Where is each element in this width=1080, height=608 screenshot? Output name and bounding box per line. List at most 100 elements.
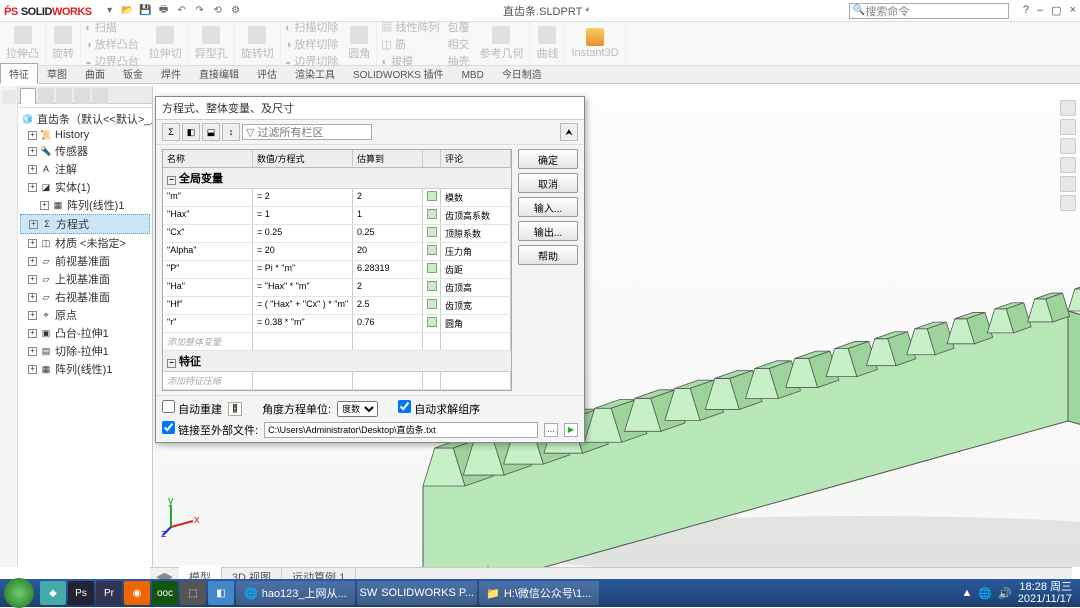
rebuild-icon[interactable]: 🚦: [228, 402, 242, 416]
tree-item[interactable]: +▣凸台-拉伸1: [20, 324, 150, 342]
group-global-vars[interactable]: −全局变量: [163, 168, 511, 189]
close-icon[interactable]: ×: [1070, 4, 1076, 17]
taskpane-tab[interactable]: [1060, 119, 1076, 135]
taskbar-task[interactable]: 📁H:\微信公众号\1...: [479, 581, 599, 605]
tree-item[interactable]: +▱前视基准面: [20, 252, 150, 270]
pinned-app[interactable]: ooc: [152, 581, 178, 605]
pinned-app[interactable]: ◆: [40, 581, 66, 605]
table-row[interactable]: "m"= 22模数: [163, 189, 511, 207]
group-features[interactable]: −特征: [163, 351, 511, 372]
pinned-app[interactable]: ◧: [208, 581, 234, 605]
tab-渲染工具[interactable]: 渲染工具: [286, 63, 344, 83]
print-icon[interactable]: 🖶: [156, 3, 172, 19]
maximize-icon[interactable]: ▢: [1051, 4, 1061, 17]
link-file-check[interactable]: 链接至外部文件:: [162, 421, 258, 438]
clock[interactable]: 18:28 周三2021/11/17: [1018, 581, 1072, 605]
ok-button[interactable]: 确定: [518, 149, 578, 169]
pinned-app[interactable]: Pr: [96, 581, 122, 605]
open-icon[interactable]: 📂: [120, 3, 136, 19]
tree-item[interactable]: +◪实体(1): [20, 178, 150, 196]
tree-item[interactable]: +▦阵列(线性)1: [20, 360, 150, 378]
taskpane-tab[interactable]: [1060, 195, 1076, 211]
tree-item[interactable]: +▱右视基准面: [20, 288, 150, 306]
table-row-empty[interactable]: 添加整体变量: [163, 333, 511, 351]
tab-钣金[interactable]: 钣金: [114, 63, 152, 83]
view-triad[interactable]: x y z: [161, 497, 201, 537]
table-row[interactable]: "r"= 0.38 * "m"0.76圆角: [163, 315, 511, 333]
expand-icon[interactable]: +: [28, 311, 37, 320]
taskpane-tab[interactable]: [1060, 176, 1076, 192]
expand-icon[interactable]: +: [28, 365, 37, 374]
tree-item[interactable]: +🔦传感器: [20, 142, 150, 160]
redo-icon[interactable]: ↷: [192, 3, 208, 19]
expand-icon[interactable]: +: [28, 165, 37, 174]
taskbar-task[interactable]: SWSOLIDWORKS P...: [357, 581, 477, 605]
save-icon[interactable]: 💾: [138, 3, 154, 19]
expand-icon[interactable]: +: [28, 329, 37, 338]
search-input[interactable]: 🔍 搜索命令: [849, 3, 1009, 19]
new-icon[interactable]: ▾: [102, 3, 118, 19]
import-button[interactable]: 输入...: [518, 197, 578, 217]
fm-tab-config[interactable]: [56, 88, 72, 104]
expand-icon[interactable]: +: [28, 183, 37, 192]
help-icon[interactable]: ?: [1023, 4, 1029, 17]
tray-icon[interactable]: 🔊: [998, 587, 1012, 600]
tab-直接编辑[interactable]: 直接编辑: [190, 63, 248, 83]
table-row[interactable]: "Hax"= 11齿顶高系数: [163, 207, 511, 225]
table-row-empty[interactable]: 添加特征压缩: [163, 372, 511, 390]
tray-icon[interactable]: ▲: [961, 587, 972, 599]
tree-item[interactable]: +Σ方程式: [20, 214, 150, 234]
table-row[interactable]: "Hf"= ( "Hax" + "Cx" ) * "m"2.5齿顶宽: [163, 297, 511, 315]
table-row[interactable]: "Cx"= 0.250.25顶隙系数: [163, 225, 511, 243]
view-icon[interactable]: Σ: [162, 123, 180, 141]
taskpane-tab[interactable]: [1060, 138, 1076, 154]
filter-input[interactable]: ▽ 过滤所有栏区: [242, 124, 372, 140]
tab-SOLIDWORKS 插件[interactable]: SOLIDWORKS 插件: [344, 63, 453, 83]
file-path-input[interactable]: [264, 422, 538, 438]
start-button[interactable]: [4, 578, 34, 608]
taskbar-task[interactable]: 🌐hao123_上网从...: [236, 581, 355, 605]
expand-icon[interactable]: +: [28, 347, 37, 356]
view-icon[interactable]: ⬓: [202, 123, 220, 141]
expand-icon[interactable]: +: [40, 201, 49, 210]
table-row[interactable]: "P"= Pi * "m"6.28319齿距: [163, 261, 511, 279]
expand-icon[interactable]: +: [28, 293, 37, 302]
expand-icon[interactable]: +: [28, 257, 37, 266]
taskpane-tab[interactable]: [1060, 100, 1076, 116]
view-icon[interactable]: ◧: [182, 123, 200, 141]
feature-tree[interactable]: 🧊 直齿条（默认<<默认>_显示状态 1>） +📜History+🔦传感器+A注…: [18, 108, 152, 567]
tree-item[interactable]: +📜History: [20, 128, 150, 142]
expand-icon[interactable]: +: [28, 239, 37, 248]
tab-MBD[interactable]: MBD: [453, 67, 493, 83]
expand-icon[interactable]: +: [28, 275, 37, 284]
fm-tab-dim[interactable]: [74, 88, 90, 104]
tab-草图[interactable]: 草图: [38, 63, 76, 83]
fm-tab-prop[interactable]: [38, 88, 54, 104]
tree-root[interactable]: 🧊 直齿条（默认<<默认>_显示状态 1>）: [20, 110, 150, 128]
options-icon[interactable]: ⚙: [228, 3, 244, 19]
pinned-app[interactable]: ⬚: [180, 581, 206, 605]
tree-item[interactable]: +▤切除-拉伸1: [20, 342, 150, 360]
system-tray[interactable]: ▲ 🌐 🔊 18:28 周三2021/11/17: [961, 581, 1076, 605]
table-row[interactable]: "Alpha"= 2020压力角: [163, 243, 511, 261]
equations-table[interactable]: 名称 数值/方程式 估算到 评论 −全局变量 "m"= 22模数"Hax"= 1…: [162, 149, 512, 391]
tree-item[interactable]: +◫材质 <未指定>: [20, 234, 150, 252]
minimize-icon[interactable]: –: [1037, 4, 1043, 17]
tab-焊件[interactable]: 焊件: [152, 63, 190, 83]
taskpane-tab[interactable]: [1060, 157, 1076, 173]
rebuild-icon[interactable]: ⟲: [210, 3, 226, 19]
expand-icon[interactable]: +: [28, 147, 37, 156]
view-icon[interactable]: ↕: [222, 123, 240, 141]
pinned-app[interactable]: ◉: [124, 581, 150, 605]
fm-tab-disp[interactable]: [92, 88, 108, 104]
pinned-app[interactable]: Ps: [68, 581, 94, 605]
expand-icon[interactable]: +: [29, 220, 38, 229]
tree-item[interactable]: +▱上视基准面: [20, 270, 150, 288]
auto-rebuild-check[interactable]: 自动重建: [162, 400, 222, 417]
open-file-icon[interactable]: ▶: [564, 423, 578, 437]
export-button[interactable]: 输出...: [518, 221, 578, 241]
tray-icon[interactable]: 🌐: [978, 587, 992, 600]
browse-icon[interactable]: …: [544, 423, 558, 437]
auto-solve-check[interactable]: 自动求解组序: [398, 400, 480, 417]
side-tab[interactable]: [2, 90, 16, 104]
